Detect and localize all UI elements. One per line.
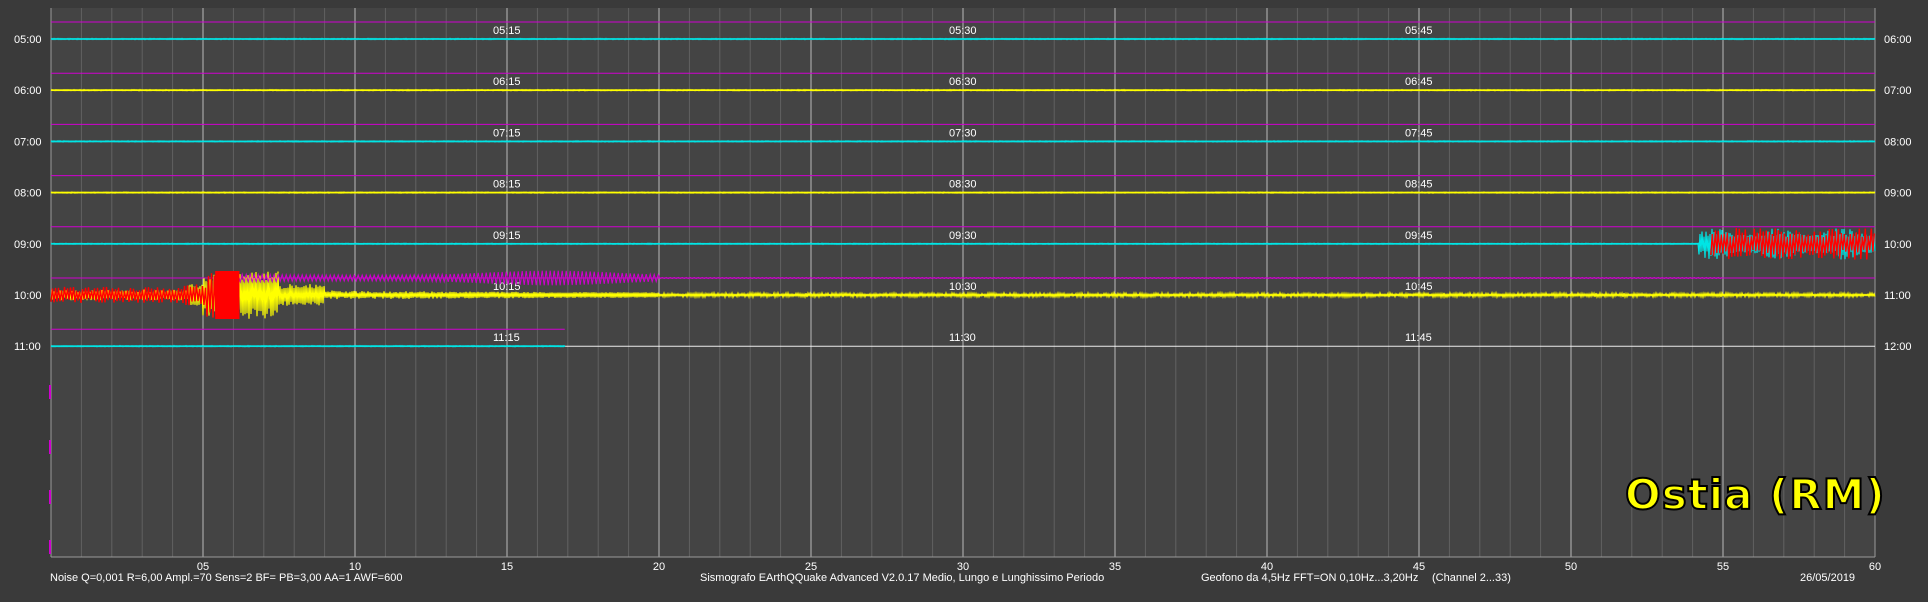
quarter-time-label: 07:15: [493, 127, 521, 139]
x-tick-label: 50: [1565, 561, 1577, 573]
row-end-time: 08:00: [1884, 136, 1912, 148]
quarter-time-label: 09:15: [493, 230, 521, 242]
row-end-time: 06:00: [1884, 34, 1912, 46]
row-start-time: 09:00: [14, 239, 42, 251]
quarter-time-label: 09:30: [949, 230, 977, 242]
x-tick-label: 60: [1869, 561, 1881, 573]
x-tick-label: 35: [1109, 561, 1121, 573]
quarter-time-label: 05:15: [493, 25, 521, 37]
sensor-info: Geofono da 4,5Hz FFT=ON 0,10Hz...3,20Hz: [1201, 572, 1419, 584]
quarter-time-label: 07:45: [1405, 127, 1433, 139]
helicorder-window: 05:00 06:00 05:15 05:30 05:45 06:00 07:00 06:15…: [0, 0, 1928, 602]
quarter-time-label: 06:30: [949, 76, 977, 88]
row-end-time: 12:00: [1884, 341, 1912, 353]
row-end-time: 11:00: [1884, 290, 1911, 302]
quarter-time-label: 05:30: [949, 25, 977, 37]
quarter-time-label: 10:45: [1405, 281, 1433, 293]
date-readout: 26/05/2019: [1800, 572, 1856, 584]
row-start-time: 10:00: [14, 290, 42, 302]
quarter-time-label: 08:45: [1405, 179, 1433, 191]
quarter-time-label: 06:45: [1405, 76, 1433, 88]
row-start-time: 07:00: [14, 136, 42, 148]
row-start-time: 06:00: [14, 85, 42, 97]
x-tick-label: 20: [653, 561, 665, 573]
quarter-time-label: 06:15: [493, 76, 521, 88]
x-tick-label: 55: [1717, 561, 1729, 573]
row-start-time: 11:00: [14, 341, 41, 353]
row-end-time: 10:00: [1884, 239, 1912, 251]
channel-info: (Channel 2...33): [1432, 572, 1511, 584]
quarter-time-label: 05:45: [1405, 25, 1433, 37]
software-title: Sismografo EArthQQuake Advanced V2.0.17 …: [700, 572, 1105, 584]
row-start-time: 08:00: [14, 188, 42, 200]
trigger-block: [215, 271, 240, 319]
quarter-time-label: 09:45: [1405, 230, 1433, 242]
quarter-time-label: 07:30: [949, 127, 977, 139]
quarter-time-label: 11:30: [949, 332, 976, 344]
quarter-time-label: 10:30: [949, 281, 977, 293]
quarter-time-label: 08:30: [949, 179, 977, 191]
station-label: Ostia (RM): [1624, 469, 1886, 520]
quarter-time-label: 11:45: [1405, 332, 1432, 344]
quarter-time-label: 08:15: [493, 179, 521, 191]
x-tick-label: 15: [501, 561, 513, 573]
settings-readout: Noise Q=0,001 R=6,00 Ampl.=70 Sens=2 BF=…: [50, 572, 403, 584]
row-end-time: 07:00: [1884, 85, 1912, 97]
row-end-time: 09:00: [1884, 188, 1912, 200]
quarter-time-label: 11:15: [493, 332, 520, 344]
row-start-time: 05:00: [14, 34, 42, 46]
